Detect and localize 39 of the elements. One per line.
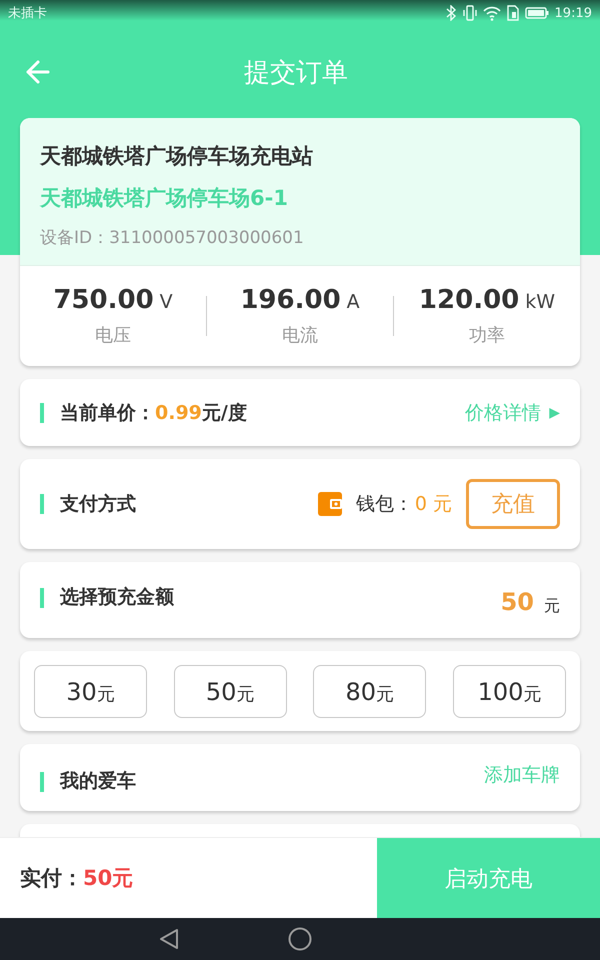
battery-icon [524,6,549,20]
metric-value: 750.00 [53,285,154,315]
price-text: 当前单价：0.99元/度 [60,400,247,426]
wallet-icon [318,492,342,516]
clock-text: 19:19 [554,6,592,20]
wifi-icon [482,5,501,21]
metric-unit: V [160,291,173,313]
sim-card-icon [506,5,519,21]
amount-value: 50 [500,588,534,616]
amount-option-button[interactable]: 30元 [34,664,147,718]
charger-name: 天都城铁塔广场停车场6-1 [40,185,289,212]
section-label: 选择预充金额 [60,585,174,610]
carrier-text: 未插卡 [8,5,47,22]
amount-unit: 元 [544,596,560,617]
wallet-label: 钱包： [356,492,413,517]
wallet-balance: 0 元 [414,492,452,517]
station-name: 天都城铁塔广场停车场充电站 [40,143,314,170]
metric-unit: kW [525,291,556,313]
section-label: 支付方式 [60,492,136,517]
metric-value: 196.00 [240,285,341,315]
total-payable-text: 实付：50元 [19,865,134,892]
metric-value: 120.00 [418,285,520,315]
amount-option-button[interactable]: 80元 [313,664,426,718]
metric-label: 功率 [469,324,505,347]
page-title: 提交订单 [243,56,349,90]
back-nav-button[interactable] [158,928,180,950]
device-id: 设备ID：311000057003000601 [40,227,305,249]
vibrate-icon [462,5,477,21]
amount-option-button[interactable]: 100元 [452,664,566,718]
section-label: 我的爱车 [60,769,136,794]
metric-label: 电压 [95,324,131,347]
metric-label: 电流 [282,324,318,347]
home-nav-button[interactable] [288,927,312,951]
bluetooth-icon [444,5,457,21]
back-triangle-icon [158,928,180,950]
back-arrow-icon [24,58,52,86]
metric-unit: A [346,291,360,313]
amount-option-button[interactable]: 50元 [174,664,287,718]
home-circle-icon [288,927,312,951]
